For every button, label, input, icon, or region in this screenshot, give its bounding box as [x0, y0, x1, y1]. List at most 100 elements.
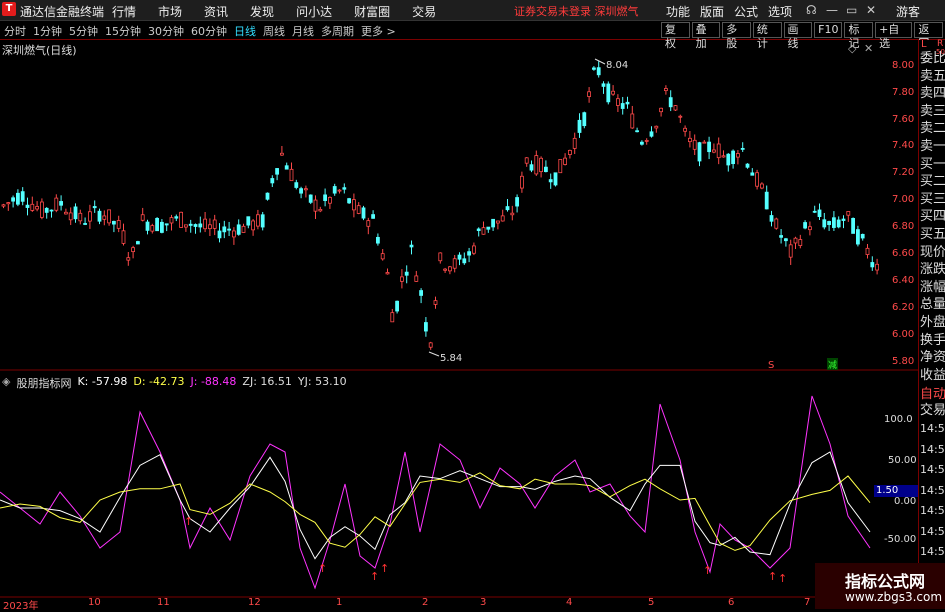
candle-body [366, 220, 371, 227]
quote-field-label: 买三 [920, 191, 945, 207]
quote-field-label: 总量 [920, 297, 945, 313]
indicator-marker: 1.50 [874, 485, 918, 497]
d-line [0, 472, 871, 551]
back-button[interactable]: 返回 [914, 22, 943, 50]
trade-time: 14:56 [920, 504, 945, 517]
x-tick: 6 [728, 597, 735, 608]
candle-body [385, 272, 390, 275]
buy-arrow-icon: ↑ [380, 562, 389, 575]
candle-body [255, 214, 260, 227]
candle-body [68, 212, 73, 221]
candle-body [217, 230, 222, 239]
candle-body [563, 157, 567, 165]
trade-time: 14:56 [920, 545, 945, 558]
candle-body [683, 127, 687, 132]
trade-time: 14:56 [920, 524, 945, 538]
candle-body [438, 252, 443, 262]
buy-arrow-icon: ↑ [778, 572, 787, 585]
candle-body [121, 230, 126, 244]
candle-body [395, 300, 400, 312]
candle-body [500, 215, 505, 222]
candle-body [423, 322, 428, 332]
candle-body [515, 197, 519, 207]
candle-body [44, 207, 49, 213]
candle-body [351, 199, 356, 211]
candle-body [640, 141, 644, 145]
candle-body [568, 149, 572, 155]
candle-body [620, 103, 625, 109]
candle-body [726, 153, 731, 166]
candle-body [126, 257, 131, 261]
x-tick: 5 [648, 597, 655, 608]
candle-body [505, 206, 510, 211]
price-tick: 6.60 [892, 248, 915, 259]
price-tick: 7.80 [892, 87, 915, 98]
candle-body [183, 224, 188, 228]
indicator-name[interactable]: 股朋指标网 [16, 375, 71, 391]
x-tick: 4 [566, 597, 573, 608]
candle-body [692, 139, 697, 150]
trade-time: 14:56 [920, 422, 945, 435]
candle-body [534, 155, 539, 175]
watermark-title: 指标公式网 [845, 572, 926, 591]
candle-body [798, 239, 803, 246]
candle-body [140, 214, 145, 221]
quote-field-label: 卖二 [920, 121, 945, 137]
candle-body [342, 187, 347, 190]
candle-body [294, 182, 299, 188]
quote-field-label: 涨幅 [920, 279, 945, 295]
price-tick: 5.80 [892, 356, 915, 367]
candle-body [332, 186, 337, 194]
trade-label[interactable]: 交易 [920, 403, 945, 419]
candle-body [716, 143, 721, 159]
candle-body [832, 217, 836, 228]
candle-body [856, 229, 860, 245]
kline-chart[interactable]: ↑↑↑↑ ↑ ↑ ↑ 8.04 5.84 S 减 [0, 0, 918, 609]
candle-body [275, 168, 280, 175]
candle-body [803, 222, 807, 229]
candle-body [457, 254, 462, 260]
buy-arrow-icon: ↑ [318, 562, 327, 575]
candle-body [592, 67, 596, 70]
indicator-zj: ZJ: 16.51 [242, 375, 292, 388]
candle-body [447, 266, 452, 272]
candle-body [207, 224, 212, 230]
quote-field-label: 净资 [920, 350, 945, 366]
indicator-tick: 50.00 [888, 455, 917, 466]
candle-body [539, 157, 543, 173]
price-tick: 7.40 [892, 140, 915, 151]
candle-body [846, 211, 851, 216]
candle-body [668, 97, 673, 108]
quote-field-label: 外盘 [920, 315, 945, 330]
candle-body [241, 225, 246, 233]
candle-body [553, 172, 558, 186]
candle-body [601, 83, 606, 87]
candle-body [764, 191, 769, 210]
candle-body [222, 226, 227, 233]
candle-body [323, 194, 328, 201]
auto-trade-label[interactable]: 自动 [920, 387, 945, 403]
candle-body [707, 141, 711, 153]
candle-body [83, 223, 87, 225]
indicator-yj: YJ: 53.10 [297, 375, 347, 388]
quote-field-label: 卖五 [920, 68, 945, 84]
buy-arrow-icon: ↑ [370, 570, 379, 583]
candle-body [73, 206, 78, 220]
panel-tag-l: L [921, 39, 927, 50]
indicator-toggle-icon[interactable]: ◈ [2, 375, 10, 391]
candle-body [419, 290, 424, 296]
candle-body [64, 211, 68, 215]
candle-body [558, 159, 563, 174]
candle-body [755, 172, 759, 187]
x-tick: 1 [336, 597, 343, 608]
candle-body [203, 218, 208, 230]
candle-body [299, 188, 304, 194]
j-line [0, 395, 871, 590]
indicator-tick: 100.0 [884, 414, 913, 425]
indicator-tick: 0.00 [894, 496, 917, 507]
candle-body [635, 130, 639, 133]
candle-body [279, 152, 284, 156]
quote-field-label: 卖三 [920, 103, 945, 119]
candle-body [25, 204, 30, 208]
candle-body [107, 209, 111, 224]
